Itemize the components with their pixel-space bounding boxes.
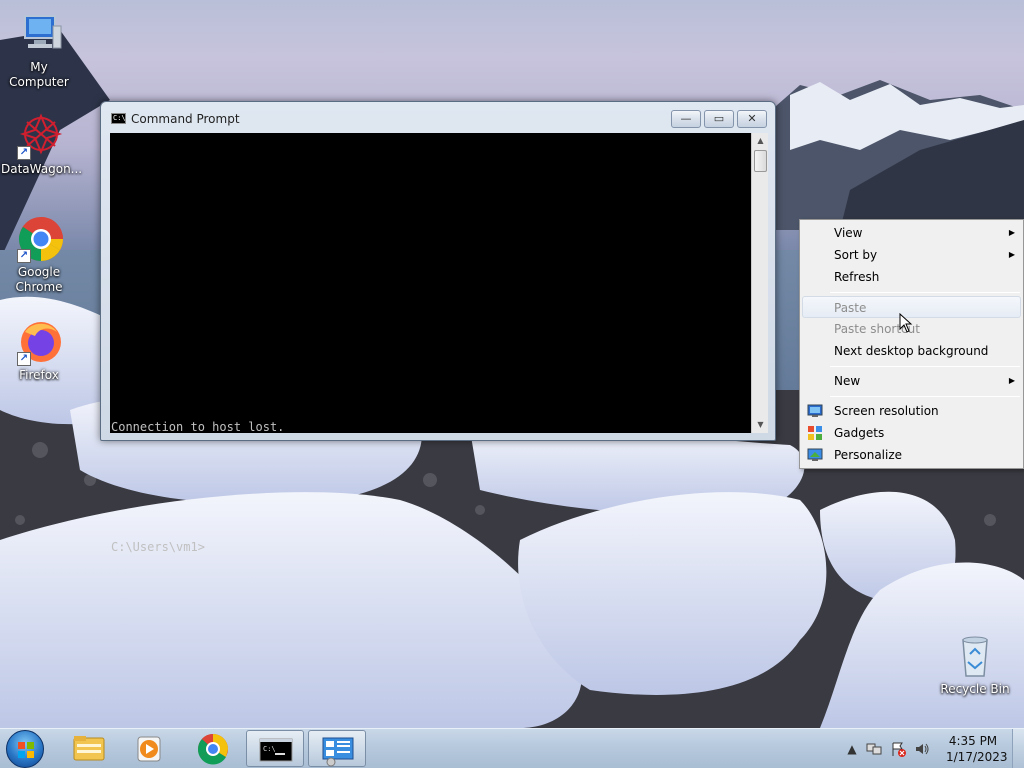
file-explorer-icon [73,736,105,761]
scroll-thumb[interactable] [754,150,767,172]
datawagon-shortcut[interactable]: ↗ DataWagon... [1,112,83,177]
menu-separator [830,292,1020,293]
submenu-arrow-icon: ▶ [1008,228,1015,237]
menu-item-personalize[interactable]: Personalize [802,444,1021,466]
clock-date: 1/17/2023 [946,750,1008,764]
window-titlebar[interactable]: C:\ Command Prompt — ▭ ✕ [101,102,775,132]
window-title: Command Prompt [131,112,240,126]
maximize-button[interactable]: ▭ [704,110,734,128]
chrome-icon [197,734,228,765]
submenu-arrow-icon: ▶ [1008,376,1015,385]
datawagon-label: DataWagon... [1,162,83,176]
command-prompt-icon: C:\ [259,738,293,762]
control-panel-icon [322,737,354,767]
system-clock[interactable]: 4:35 PM 1/17/2023 [946,733,1008,765]
gadgets-icon [808,426,822,440]
start-button[interactable] [6,730,44,768]
show-hidden-icons-arrow-icon[interactable]: ▲ [844,741,860,757]
minimize-button[interactable]: — [671,110,701,128]
network-icon[interactable] [866,741,882,757]
recycle-bin-shortcut[interactable]: Recycle Bin [937,632,1013,697]
recycle-bin-label: Recycle Bin [940,682,1010,696]
clock-time: 4:35 PM [948,734,998,748]
menu-separator [830,396,1020,397]
personalize-icon [807,448,823,461]
action-center-flag-icon[interactable] [890,741,906,757]
menu-item-sort-by[interactable]: Sort by ▶ [802,244,1021,266]
menu-item-new[interactable]: New ▶ [802,370,1021,392]
menu-separator [830,366,1020,367]
taskbar-chrome[interactable] [184,730,242,767]
volume-icon[interactable] [914,741,930,757]
scroll-down-arrow-icon[interactable]: ▼ [752,417,769,433]
menu-item-gadgets[interactable]: Gadgets [802,422,1021,444]
svg-text:C:\: C:\ [263,745,276,753]
datawagon-icon: ↗ [15,112,63,160]
vertical-scrollbar[interactable]: ▲ ▼ [751,133,768,433]
taskbar-command-prompt[interactable]: C:\ [246,730,304,767]
computer-icon [15,10,63,58]
console-line: Connection to host lost. [111,420,285,434]
chrome-icon: ↗ [15,215,63,263]
google-chrome-label: Google Chrome [15,265,63,294]
console-output[interactable]: Connection to host lost. C:\Users\vm1> [110,133,751,554]
taskbar-file-explorer[interactable] [60,730,118,767]
mouse-cursor-icon [899,313,913,333]
submenu-arrow-icon: ▶ [1008,250,1015,259]
taskbar-media-player[interactable] [122,730,180,767]
scroll-up-arrow-icon[interactable]: ▲ [752,133,769,149]
shortcut-arrow-icon: ↗ [17,249,31,263]
console-prompt: C:\Users\vm1> [111,540,205,554]
recycle-bin-icon [951,632,999,680]
command-prompt-icon: C:\ [111,113,126,124]
show-desktop-button[interactable] [1012,729,1024,768]
my-computer-label: My Computer [9,60,69,89]
google-chrome-shortcut[interactable]: ↗ Google Chrome [1,215,77,295]
close-button[interactable]: ✕ [737,110,767,128]
menu-item-screen-resolution[interactable]: Screen resolution [802,400,1021,422]
monitor-icon [807,404,823,417]
menu-item-view[interactable]: View ▶ [802,222,1021,244]
shortcut-arrow-icon: ↗ [17,146,31,160]
desktop-context-menu: View ▶ Sort by ▶ Refresh Paste Paste sho… [799,219,1024,469]
my-computer-shortcut[interactable]: My Computer [1,10,77,90]
windows-logo-icon [18,742,34,758]
command-prompt-window[interactable]: C:\ Command Prompt — ▭ ✕ Connection to h… [100,101,776,554]
menu-item-next-desktop-background[interactable]: Next desktop background [802,340,1021,362]
taskbar-control-panel[interactable] [308,730,366,767]
firefox-shortcut[interactable]: ↗ Firefox [1,318,77,383]
shortcut-arrow-icon: ↗ [17,352,31,366]
menu-item-refresh[interactable]: Refresh [802,266,1021,288]
firefox-icon: ↗ [15,318,63,366]
media-player-icon [137,736,161,762]
taskbar: C:\ ▲ 4:35 PM 1/17/2023 [0,728,1024,768]
firefox-label: Firefox [19,368,59,382]
